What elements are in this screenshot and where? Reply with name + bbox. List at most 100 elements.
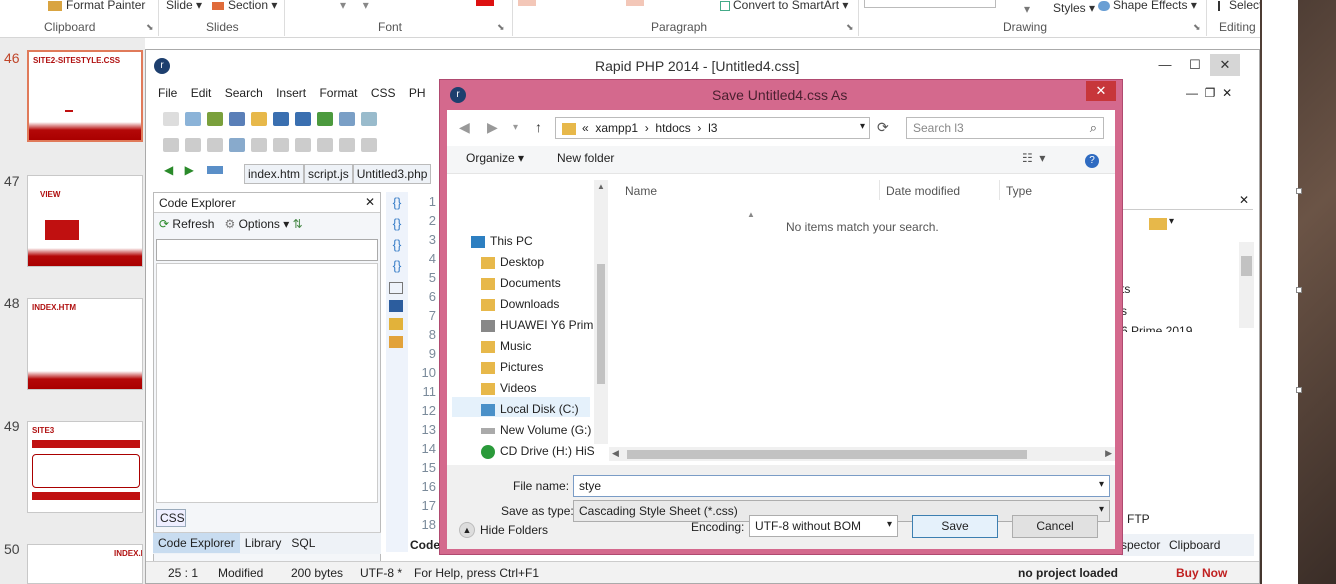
group-launcher-icon[interactable]: ⬊ [1193, 22, 1201, 33]
tab-inspector[interactable]: spector [1121, 538, 1160, 552]
close-button[interactable]: ✕ [1210, 54, 1240, 76]
tree-downloads[interactable]: Downloads [481, 297, 559, 311]
mdi-controls[interactable]: — ❐ ✕ [1186, 86, 1232, 100]
hide-folders-label[interactable]: Hide Folders [480, 523, 548, 537]
group-launcher-icon[interactable]: ⬊ [846, 22, 854, 33]
code-explorer-tree[interactable] [156, 263, 378, 503]
folder-dropdown-arrow[interactable]: ▾ [1169, 216, 1174, 227]
tab-library[interactable]: Library [240, 533, 287, 553]
menu-php[interactable]: PH [409, 86, 426, 100]
php-icon[interactable] [229, 112, 245, 126]
folder-icon[interactable] [251, 112, 267, 126]
tab-sql[interactable]: SQL [286, 533, 320, 553]
tab-code-explorer[interactable]: Code Explorer [153, 533, 240, 553]
slide-thumbnail-49[interactable]: SITE3 [27, 421, 143, 513]
tree-documents[interactable]: Documents [481, 276, 561, 290]
column-name[interactable]: Name [625, 184, 657, 198]
view-options-icon[interactable]: ☷ ▾ [1022, 151, 1045, 173]
menu-format[interactable]: Format [319, 86, 357, 100]
document-list-icon[interactable] [207, 165, 224, 174]
hr-icon[interactable] [207, 138, 223, 152]
find-icon[interactable] [339, 112, 355, 126]
spellcheck-icon[interactable] [361, 112, 377, 126]
sort-icon[interactable]: ⇅ [293, 217, 303, 231]
font-color-icon[interactable] [476, 0, 494, 6]
window-icon[interactable] [389, 300, 403, 312]
open-icon[interactable] [185, 112, 201, 126]
tab-code[interactable]: Code [410, 538, 440, 552]
organize-button[interactable]: Organize ▾ [466, 151, 524, 173]
help-icon[interactable]: ? [1085, 154, 1099, 168]
css-tab[interactable]: CSS [156, 509, 186, 527]
tree-cd-drive[interactable]: CD Drive (H:) HiS [481, 444, 595, 459]
tree-videos[interactable]: Videos [481, 381, 536, 395]
chevron-down-icon[interactable]: ▾ [860, 121, 865, 132]
tab-clipboard[interactable]: Clipboard [1169, 538, 1220, 552]
tree-desktop[interactable]: Desktop [481, 255, 544, 269]
menu-file[interactable]: File [158, 86, 177, 100]
menu-edit[interactable]: Edit [191, 86, 212, 100]
code-explorer-search[interactable] [156, 239, 378, 261]
paragraph-icon[interactable] [251, 138, 267, 152]
back-arrow-icon[interactable]: ◀ [164, 163, 173, 177]
column-date-modified[interactable]: Date modified [886, 184, 960, 198]
buy-now-link[interactable]: Buy Now [1176, 566, 1227, 580]
tree-huawei[interactable]: HUAWEI Y6 Prim [481, 318, 593, 332]
dialog-close-button[interactable]: ✕ [1086, 81, 1116, 101]
navigation-scrollbar[interactable]: ▲ [594, 180, 608, 444]
table-icon[interactable] [317, 138, 333, 152]
shape-outline-icon[interactable] [626, 0, 644, 6]
resize-handle[interactable] [1296, 287, 1302, 293]
resize-handle[interactable] [1296, 188, 1302, 194]
right-panel-scrollbar[interactable] [1239, 242, 1254, 328]
convert-smartart-button[interactable]: Convert to SmartArt ▾ [720, 0, 848, 12]
shapes-gallery[interactable] [864, 0, 996, 8]
align-icon[interactable] [339, 138, 355, 152]
refresh-icon[interactable]: ⟳ [877, 119, 889, 136]
snippet-icons[interactable]: {}{}{}{} [386, 192, 408, 276]
forward-arrow-icon[interactable]: ▶ [185, 163, 194, 177]
cancel-button[interactable]: Cancel [1012, 515, 1098, 538]
address-bar[interactable]: « xampp1 › htdocs › l3 ▾ [555, 117, 870, 139]
resize-handle[interactable] [1296, 387, 1302, 393]
back-arrow-icon[interactable]: ◀ [459, 119, 470, 136]
paste-icon[interactable] [185, 138, 201, 152]
column-type[interactable]: Type [1006, 184, 1032, 198]
font-dropdown-arrows[interactable]: ▾ ▾ [340, 0, 369, 12]
slide-thumbnail-47[interactable]: VIEW [27, 175, 143, 267]
section-button[interactable]: Section ▾ [212, 0, 277, 12]
tree-music[interactable]: Music [481, 339, 531, 353]
encoding-status[interactable]: UTF-8 * [360, 566, 402, 580]
recent-locations-icon[interactable]: ▾ [513, 122, 518, 133]
format-icon[interactable] [361, 138, 377, 152]
new-icon[interactable] [163, 112, 179, 126]
copy-icon[interactable] [163, 138, 179, 152]
slide-thumbnail-50[interactable]: INDEX.H [27, 544, 143, 584]
expand-icon[interactable] [389, 282, 403, 294]
menu-search[interactable]: Search [225, 86, 263, 100]
menu-insert[interactable]: Insert [276, 86, 306, 100]
tree-new-volume[interactable]: New Volume (G:) [481, 423, 591, 437]
list-icon[interactable] [273, 138, 289, 152]
save-icon[interactable] [273, 112, 289, 126]
shapes-gallery-more[interactable]: ▾ [1024, 2, 1030, 16]
group-launcher-icon[interactable]: ⬊ [146, 22, 154, 33]
edit-icon[interactable] [207, 112, 223, 126]
ordered-list-icon[interactable] [295, 138, 311, 152]
breadcrumb-xampp1[interactable]: xampp1 [595, 121, 638, 135]
up-arrow-icon[interactable]: ↑ [535, 119, 542, 135]
comment-icon[interactable] [229, 138, 245, 152]
file-name-input[interactable]: stye ▾ [573, 475, 1110, 497]
file-list-scrollbar[interactable]: ◀ ▶ [609, 447, 1115, 461]
note-alt-icon[interactable] [389, 336, 403, 348]
forward-arrow-icon[interactable]: ▶ [487, 119, 498, 136]
folder-icon[interactable] [1149, 218, 1167, 230]
save-button[interactable]: Save [912, 515, 998, 538]
tab-index-htm[interactable]: index.htm [244, 164, 305, 184]
refresh-button[interactable]: ⟳ Refresh [159, 217, 214, 231]
search-box[interactable]: Search l3 ⌕ [906, 117, 1104, 139]
shape-effects-button[interactable]: Shape Effects ▾ [1098, 0, 1197, 12]
tab-untitled3-php[interactable]: Untitled3.php [352, 164, 432, 184]
minimize-button[interactable]: — [1150, 54, 1180, 76]
tree-local-disk[interactable]: Local Disk (C:) [481, 402, 579, 416]
